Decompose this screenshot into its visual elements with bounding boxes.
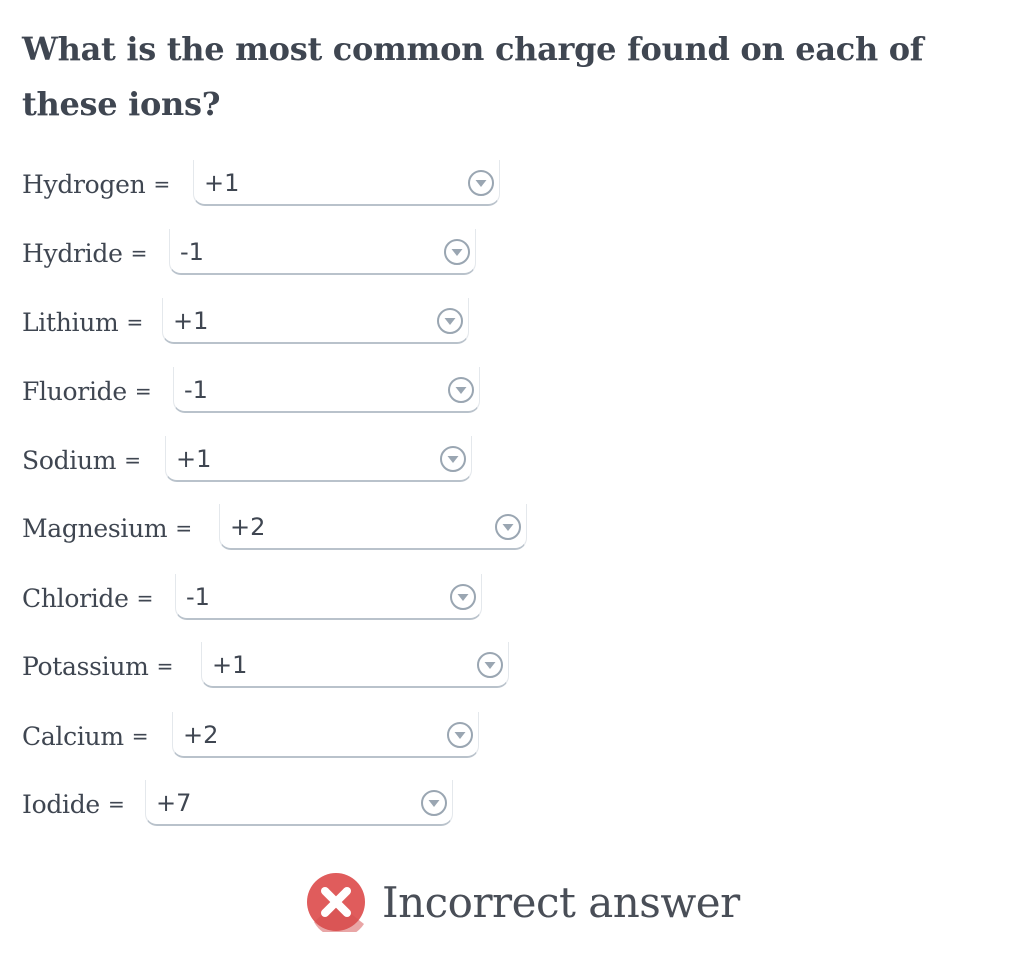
ion-row-hydrogen: Hydrogen = +1 xyxy=(22,160,500,208)
ion-row-chloride: Chloride = -1 xyxy=(22,574,482,622)
ion-row-lithium: Lithium = +1 xyxy=(22,298,469,346)
ion-label: Iodide xyxy=(22,789,100,819)
ion-label: Fluoride xyxy=(22,376,127,406)
ion-label: Hydride xyxy=(22,238,123,268)
ion-label: Chloride xyxy=(22,583,129,613)
ion-row-potassium: Potassium = +1 xyxy=(22,642,509,690)
chevron-down-circle-icon xyxy=(495,514,521,540)
charge-dropdown-magnesium[interactable]: +2 xyxy=(219,504,527,550)
ion-label: Calcium xyxy=(22,721,124,751)
charge-dropdown-potassium[interactable]: +1 xyxy=(201,642,509,688)
chevron-down-circle-icon xyxy=(437,308,463,334)
dropdown-value: +1 xyxy=(173,307,209,335)
ion-row-hydride: Hydride = -1 xyxy=(22,229,476,277)
equals-sign: = xyxy=(126,310,144,334)
answer-feedback: Incorrect answer xyxy=(306,872,740,932)
charge-dropdown-sodium[interactable]: +1 xyxy=(165,436,472,482)
charge-dropdown-hydrogen[interactable]: +1 xyxy=(193,160,500,206)
dropdown-value: +2 xyxy=(183,721,219,749)
charge-dropdown-iodide[interactable]: +7 xyxy=(145,780,453,826)
charge-dropdown-fluoride[interactable]: -1 xyxy=(173,367,480,413)
charge-dropdown-lithium[interactable]: +1 xyxy=(162,298,469,344)
ion-label: Lithium xyxy=(22,307,119,337)
equals-sign: = xyxy=(131,724,149,748)
ion-label: Magnesium xyxy=(22,513,168,543)
chevron-down-circle-icon xyxy=(444,239,470,265)
charge-dropdown-hydride[interactable]: -1 xyxy=(169,229,476,275)
dropdown-value: -1 xyxy=(186,583,210,611)
dropdown-value: -1 xyxy=(180,238,204,266)
charge-dropdown-chloride[interactable]: -1 xyxy=(175,574,482,620)
chevron-down-circle-icon xyxy=(447,722,473,748)
equals-sign: = xyxy=(130,241,148,265)
dropdown-value: -1 xyxy=(184,376,208,404)
ion-row-sodium: Sodium = +1 xyxy=(22,436,472,484)
chevron-down-circle-icon xyxy=(477,652,503,678)
equals-sign: = xyxy=(156,654,174,678)
dropdown-value: +7 xyxy=(156,789,192,817)
ion-label: Hydrogen xyxy=(22,169,146,199)
chevron-down-circle-icon xyxy=(468,170,494,196)
ion-label: Sodium xyxy=(22,445,117,475)
dropdown-value: +1 xyxy=(212,651,248,679)
equals-sign: = xyxy=(175,516,193,540)
chevron-down-circle-icon xyxy=(448,377,474,403)
equals-sign: = xyxy=(134,379,152,403)
equals-sign: = xyxy=(124,448,141,472)
question-title: What is the most common charge found on … xyxy=(22,30,924,123)
dropdown-value: +1 xyxy=(176,445,212,473)
chevron-down-circle-icon xyxy=(421,790,447,816)
ion-row-fluoride: Fluoride = -1 xyxy=(22,367,480,415)
chevron-down-circle-icon xyxy=(440,446,466,472)
chevron-down-circle-icon xyxy=(450,584,476,610)
equals-sign: = xyxy=(107,792,125,816)
equals-sign: = xyxy=(136,586,154,610)
feedback-message: Incorrect answer xyxy=(382,877,740,927)
ion-label: Potassium xyxy=(22,651,149,681)
dropdown-value: +1 xyxy=(204,169,240,197)
ion-row-calcium: Calcium = +2 xyxy=(22,712,479,760)
incorrect-x-icon xyxy=(307,873,365,932)
ion-row-iodide: Iodide = +7 xyxy=(22,780,453,828)
ion-row-magnesium: Magnesium = +2 xyxy=(22,504,527,552)
equals-sign: = xyxy=(153,172,171,196)
dropdown-value: +2 xyxy=(230,513,266,541)
charge-dropdown-calcium[interactable]: +2 xyxy=(172,712,479,758)
